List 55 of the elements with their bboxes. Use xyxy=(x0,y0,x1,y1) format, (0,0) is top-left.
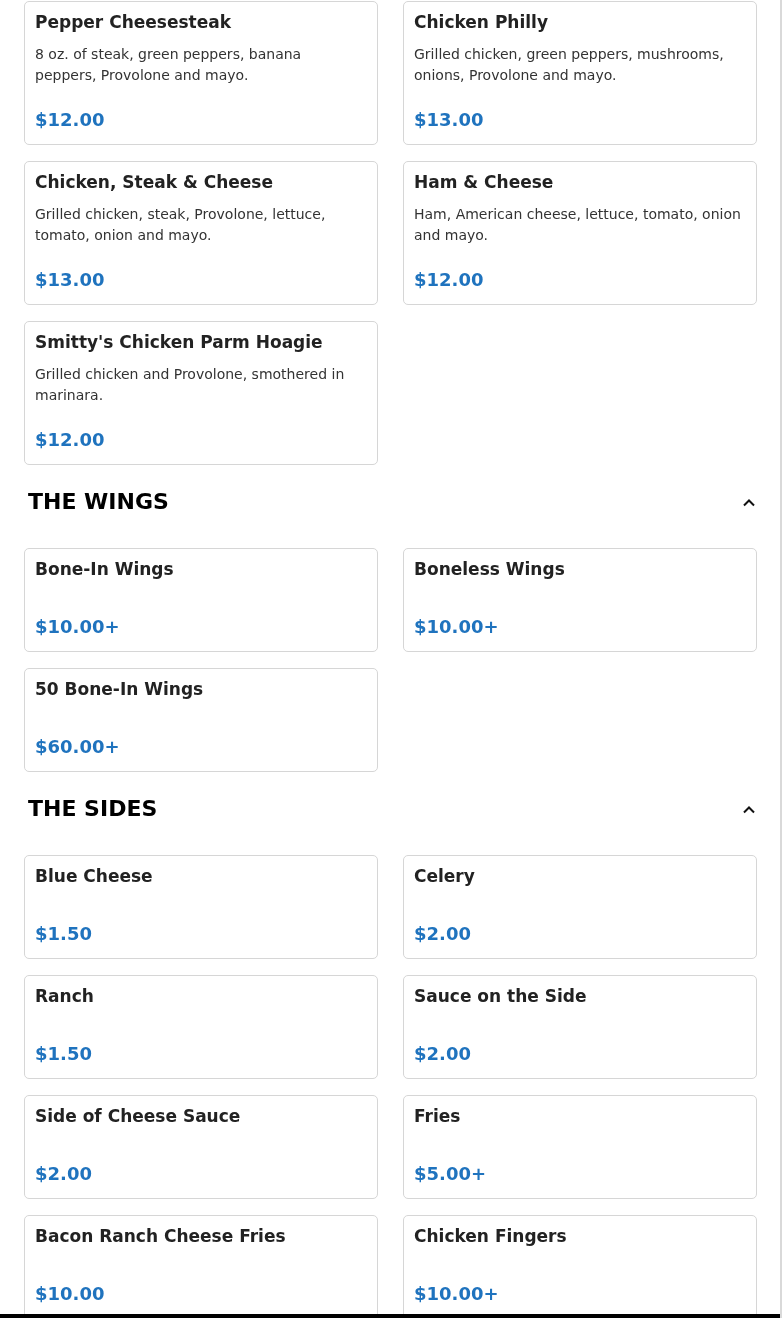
item-name: 50 Bone-In Wings xyxy=(35,678,205,701)
menu-item-card[interactable]: Celery $2.00 xyxy=(403,855,757,959)
chevron-icon[interactable] xyxy=(742,497,756,507)
item-description: Grilled chicken, green peppers, mushrooms, onions, Provolone and mayo. xyxy=(414,45,725,85)
item-name: Side of Cheese Sauce xyxy=(35,1105,242,1128)
item-name: Ham & Cheese xyxy=(414,171,555,194)
item-price: $1.50 xyxy=(35,922,93,946)
menu-item-card[interactable]: Chicken, Steak & Cheese Grilled chicken, steak, Provolone, lettuce, tomato, onion and mayo. $13.00 xyxy=(24,161,378,305)
item-name: Ranch xyxy=(35,985,95,1008)
item-price: $10.00 xyxy=(35,1282,106,1306)
item-name: Chicken Philly xyxy=(414,11,549,34)
item-price: $60.00+ xyxy=(35,735,121,759)
item-price: $13.00 xyxy=(35,268,106,292)
menu-item-card[interactable]: Side of Cheese Sauce $2.00 xyxy=(24,1095,378,1199)
menu-item-card[interactable]: Blue Cheese $1.50 xyxy=(24,855,378,959)
item-price: $1.50 xyxy=(35,1042,93,1066)
menu-item-card[interactable]: Fries $5.00+ xyxy=(403,1095,757,1199)
item-price: $10.00+ xyxy=(414,1282,500,1306)
item-description: Grilled chicken and Provolone, smothered in marinara. xyxy=(35,365,346,405)
item-price: $12.00 xyxy=(35,428,106,452)
menu-item-card[interactable]: Bone-In Wings $10.00+ xyxy=(24,548,378,652)
menu-item-card[interactable]: Pepper Cheesesteak 8 oz. of steak, green peppers, banana peppers, Provolone and mayo. $12.00 xyxy=(24,1,378,145)
item-description: Ham, American cheese, lettuce, tomato, onion and mayo. xyxy=(414,205,742,245)
item-price: $2.00 xyxy=(414,1042,472,1066)
menu-item-card[interactable]: Ham & Cheese Ham, American cheese, lettuce, tomato, onion and mayo. $12.00 xyxy=(403,161,757,305)
item-name: Smitty's Chicken Parm Hoagie xyxy=(35,331,324,354)
item-name: Celery xyxy=(414,865,476,888)
menu-item-card[interactable]: Boneless Wings $10.00+ xyxy=(403,548,757,652)
menu-item-card[interactable]: Smitty's Chicken Parm Hoagie Grilled chicken and Provolone, smothered in marinara. $12.00 xyxy=(24,321,378,465)
item-price: $13.00 xyxy=(414,108,485,132)
section-heading: THE SIDES xyxy=(28,795,158,823)
item-name: Fries xyxy=(414,1105,462,1128)
menu-item-card[interactable]: Sauce on the Side $2.00 xyxy=(403,975,757,1079)
item-price: $10.00+ xyxy=(414,615,500,639)
item-price: $12.00 xyxy=(414,268,485,292)
item-name: Chicken Fingers xyxy=(414,1225,568,1248)
item-name: Bone-In Wings xyxy=(35,558,175,581)
item-description: Grilled chicken, steak, Provolone, lettuce, tomato, onion and mayo. xyxy=(35,205,327,245)
item-name: Bacon Ranch Cheese Fries xyxy=(35,1225,287,1248)
item-description: 8 oz. of steak, green peppers, banana peppers, Provolone and mayo. xyxy=(35,45,303,85)
item-price: $12.00 xyxy=(35,108,106,132)
item-price: $5.00+ xyxy=(414,1162,488,1186)
chevron-icon[interactable] xyxy=(742,804,756,814)
item-name: Chicken, Steak & Cheese xyxy=(35,171,274,194)
item-price: $10.00+ xyxy=(35,615,121,639)
menu-item-card[interactable]: 50 Bone-In Wings $60.00+ xyxy=(24,668,378,772)
item-name: Boneless Wings xyxy=(414,558,566,581)
item-name: Sauce on the Side xyxy=(414,985,588,1008)
item-price: $2.00 xyxy=(414,922,472,946)
section-heading: THE WINGS xyxy=(28,488,169,516)
item-name: Pepper Cheesesteak xyxy=(35,11,232,34)
menu-item-card[interactable]: Ranch $1.50 xyxy=(24,975,378,1079)
item-name: Blue Cheese xyxy=(35,865,154,888)
menu-item-card[interactable]: Chicken Philly Grilled chicken, green peppers, mushrooms, onions, Provolone and mayo. $13.00 xyxy=(403,1,757,145)
item-price: $2.00 xyxy=(35,1162,93,1186)
